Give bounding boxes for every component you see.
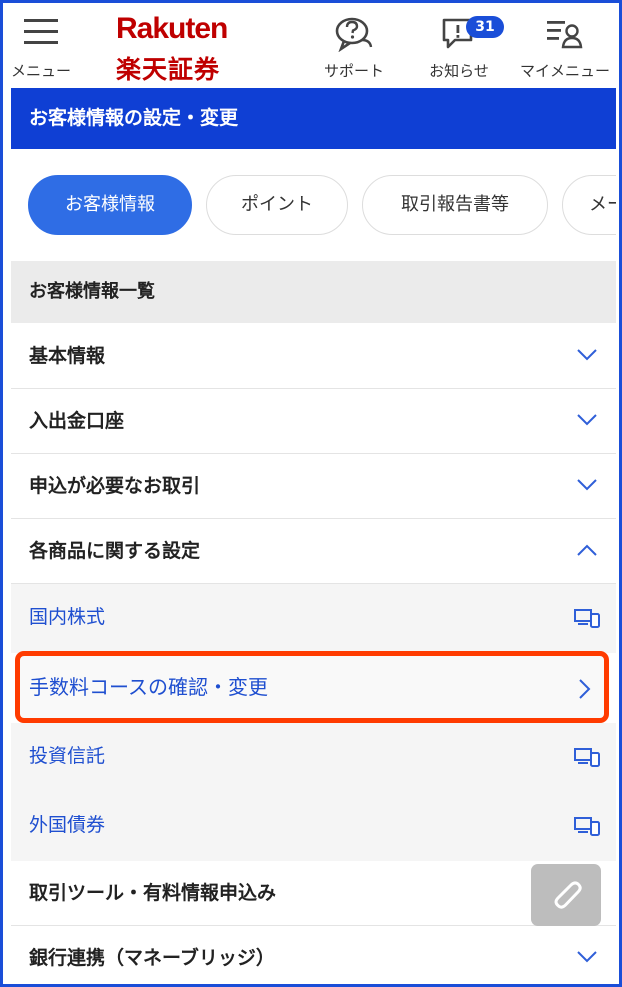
notice-button[interactable]: 31 お知らせ — [414, 12, 504, 84]
hamburger-icon — [24, 19, 58, 44]
page-title: お客様情報の設定・変更 — [11, 88, 616, 149]
paperclip-icon — [554, 881, 582, 909]
row-label: 申込が必要なお取引 — [29, 475, 201, 497]
row-label: 各商品に関する設定 — [29, 540, 201, 562]
support-button[interactable]: サポート — [309, 12, 399, 84]
row-bank-account[interactable]: 入出金口座 — [11, 389, 616, 454]
support-chat-icon — [335, 17, 373, 52]
logo-jp: 楽天証券 — [116, 55, 221, 84]
chevron-down-icon — [577, 951, 597, 963]
logo-en: Rakuten — [116, 12, 228, 45]
attachment-button[interactable] — [531, 864, 601, 926]
row-application-trades[interactable]: 申込が必要なお取引 — [11, 454, 616, 519]
mymenu-label: マイメニュー — [519, 62, 610, 80]
notice-label: お知らせ — [429, 62, 489, 80]
sub-item-label: 外国債券 — [29, 814, 106, 836]
device-pc-smartphone-icon — [574, 609, 600, 628]
chevron-down-icon — [577, 479, 597, 491]
mymenu-button[interactable]: マイメニュー — [515, 12, 615, 84]
sub-item-foreign-bond[interactable]: 外国債券 — [11, 792, 616, 861]
support-label: サポート — [323, 62, 384, 80]
tab-trade-reports[interactable]: 取引報告書等 — [362, 175, 548, 235]
tab-customer-info[interactable]: お客様情報 — [28, 175, 192, 235]
chevron-down-icon — [577, 349, 597, 361]
menu-button[interactable]: メニュー — [3, 12, 86, 84]
rakuten-logo[interactable]: Rakuten 楽天証券 — [106, 12, 256, 84]
menu-label: メニュー — [10, 62, 71, 80]
header: メニュー Rakuten 楽天証券 サポート 31 お知らせ マイメニュー — [6, 6, 616, 88]
sub-item-label: 国内株式 — [29, 606, 106, 628]
row-basic-info[interactable]: 基本情報 — [11, 324, 616, 389]
row-label: 基本情報 — [29, 345, 106, 367]
row-label: 入出金口座 — [29, 410, 125, 432]
device-pc-smartphone-icon — [574, 817, 600, 836]
app-frame: メニュー Rakuten 楽天証券 サポート 31 お知らせ マイメニュー お客… — [0, 0, 622, 987]
chevron-right-icon — [579, 679, 591, 699]
sub-item-fee-course[interactable]: 手数料コースの確認・変更 — [15, 651, 609, 723]
sub-item-label: 投資信託 — [29, 745, 106, 767]
mymenu-user-icon — [547, 21, 583, 49]
sub-item-domestic-stock[interactable]: 国内株式 — [11, 584, 616, 653]
row-label: 取引ツール・有料情報申込み — [29, 882, 277, 904]
row-label: 銀行連携（マネーブリッジ） — [29, 947, 275, 969]
notice-badge: 31 — [466, 16, 504, 38]
sub-item-investment-trust[interactable]: 投資信託 — [11, 723, 616, 792]
chevron-up-icon — [577, 544, 597, 556]
chevron-down-icon — [577, 414, 597, 426]
category-tabs: お客様情報 ポイント 取引報告書等 メー — [11, 155, 616, 261]
row-product-settings[interactable]: 各商品に関する設定 — [11, 519, 616, 584]
device-pc-smartphone-icon — [574, 748, 600, 767]
tab-points[interactable]: ポイント — [206, 175, 348, 235]
tab-mail[interactable]: メー — [562, 175, 616, 235]
sub-item-label: 手数料コースの確認・変更 — [29, 675, 268, 699]
row-trading-tools[interactable]: 取引ツール・有料情報申込み — [11, 861, 616, 926]
section-title: お客様情報一覧 — [11, 261, 616, 323]
row-money-bridge[interactable]: 銀行連携（マネーブリッジ） — [11, 926, 616, 984]
